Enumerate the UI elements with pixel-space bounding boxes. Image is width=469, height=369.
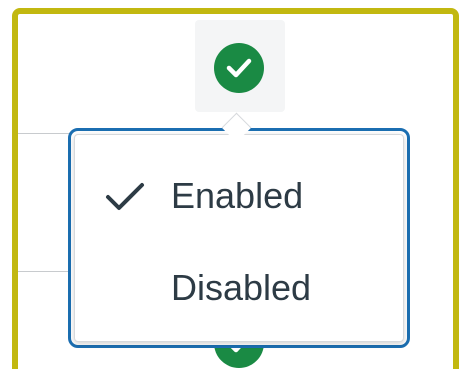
menu-item-label: Enabled [171,175,304,216]
checkmark-icon [106,183,144,210]
checkmark-glyph [226,58,252,78]
status-menu: Enabled Disabled [75,135,403,341]
status-editor-region: Enabled Disabled [0,0,469,369]
status-menu-popover: Enabled Disabled [68,128,410,348]
menu-item-disabled[interactable]: Disabled [75,243,403,333]
status-menu-panel: Enabled Disabled [74,134,404,342]
menu-item-enabled[interactable]: Enabled [75,151,403,241]
menu-item-label: Disabled [171,267,312,308]
check-circle-icon[interactable] [214,43,264,93]
